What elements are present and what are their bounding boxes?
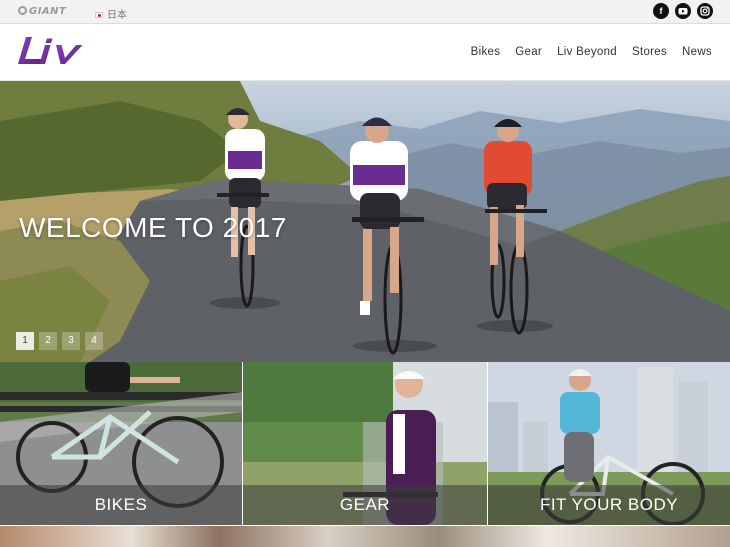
nav-liv-beyond[interactable]: Liv Beyond — [557, 46, 617, 58]
youtube-icon[interactable] — [675, 3, 691, 19]
nav-stores[interactable]: Stores — [632, 46, 667, 58]
language-label: 日本 — [107, 10, 127, 21]
tile-fit-your-body[interactable]: FIT YOUR BODY — [488, 362, 730, 525]
facebook-icon[interactable]: f — [653, 3, 669, 19]
giant-ring-icon — [18, 6, 27, 15]
youtube-play-icon — [678, 8, 688, 15]
liv-wordmark-icon — [18, 37, 83, 64]
nav-gear[interactable]: Gear — [515, 46, 542, 58]
main-nav: Bikes Gear Liv Beyond Stores News — [471, 46, 712, 58]
carousel-page-1[interactable]: 1 — [16, 332, 34, 350]
liv-logo[interactable] — [16, 33, 96, 74]
top-utility-bar: GIANT 日本 f — [0, 0, 730, 24]
carousel-pagination: 1 2 3 4 — [16, 332, 103, 350]
instagram-camera-icon — [700, 6, 710, 16]
tile-gear-label: GEAR — [243, 485, 487, 525]
instagram-icon[interactable] — [697, 3, 713, 19]
nav-news[interactable]: News — [682, 46, 712, 58]
tile-fit-label: FIT YOUR BODY — [488, 485, 730, 525]
carousel-page-3[interactable]: 3 — [62, 332, 80, 350]
next-row-preview — [0, 526, 730, 547]
facebook-glyph: f — [659, 6, 663, 16]
tile-gear[interactable]: GEAR — [243, 362, 487, 525]
tile-bikes[interactable]: BIKES — [0, 362, 242, 525]
tile-bikes-label: BIKES — [0, 485, 242, 525]
nav-bikes[interactable]: Bikes — [471, 46, 501, 58]
japan-flag-icon — [95, 12, 103, 18]
giant-brand-text: GIANT — [29, 6, 67, 17]
hero-banner[interactable]: WELCOME TO 2017 1 2 3 4 — [0, 81, 730, 362]
language-selector[interactable]: 日本 — [95, 6, 127, 21]
carousel-page-2[interactable]: 2 — [39, 332, 57, 350]
carousel-page-4[interactable]: 4 — [85, 332, 103, 350]
site-header: Bikes Gear Liv Beyond Stores News — [0, 24, 730, 81]
giant-logo[interactable]: GIANT — [18, 6, 66, 17]
hero-title: WELCOME TO 2017 — [19, 212, 287, 243]
